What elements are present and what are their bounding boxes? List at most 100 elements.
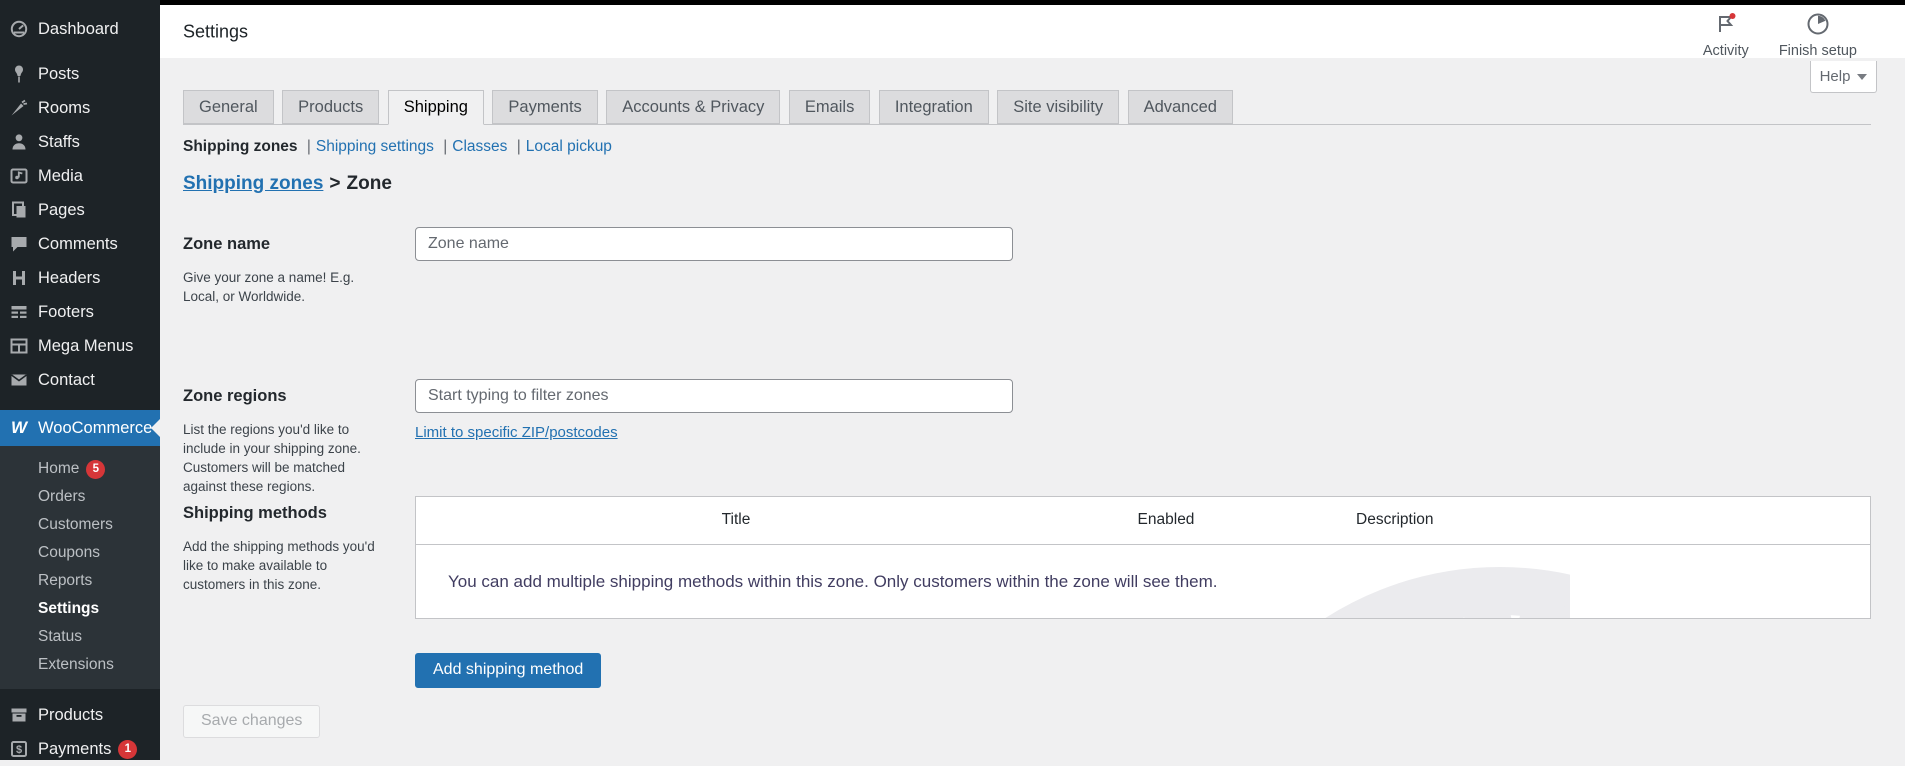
- column-header-description: Description: [1276, 511, 1870, 529]
- sidebar-item-label: Dashboard: [38, 20, 119, 39]
- comment-icon: [0, 234, 38, 254]
- sidebar-item-posts[interactable]: Posts: [0, 57, 160, 91]
- settings-tabs: General Products Shipping Payments Accou…: [183, 90, 1871, 125]
- person-icon: [0, 132, 38, 152]
- sidebar-item-mega-menus[interactable]: Mega Menus: [0, 329, 160, 363]
- table-header-row: Title Enabled Description: [416, 497, 1870, 544]
- sidebar-item-staffs[interactable]: Staffs: [0, 125, 160, 159]
- pages-icon: [0, 200, 38, 220]
- table-empty-row: You can add multiple shipping methods wi…: [416, 544, 1870, 618]
- main-area: Settings Activity Finish setup Help Gene…: [160, 5, 1905, 760]
- sidebar-item-label: Rooms: [38, 99, 90, 118]
- submenu-item-orders[interactable]: Orders: [0, 483, 160, 511]
- sidebar-item-comments[interactable]: Comments: [0, 227, 160, 261]
- zone-name-input[interactable]: [415, 227, 1013, 261]
- tab-shipping[interactable]: Shipping: [388, 90, 484, 125]
- breadcrumb-link-shipping-zones[interactable]: Shipping zones: [183, 173, 323, 194]
- sidebar-item-label: Media: [38, 167, 83, 186]
- zone-regions-row: Zone regions List the regions you'd like…: [183, 379, 1871, 496]
- empty-state-text: You can add multiple shipping methods wi…: [416, 545, 1870, 618]
- sidebar-item-label: Footers: [38, 303, 94, 322]
- payments-badge: 1: [118, 740, 137, 759]
- shipping-methods-label: Shipping methods: [183, 504, 415, 523]
- shipping-methods-table: Title Enabled Description You can add mu…: [415, 496, 1871, 619]
- sidebar-item-label: Mega Menus: [38, 337, 133, 356]
- breadcrumb: Shipping zones>Zone: [183, 173, 1871, 195]
- zone-name-label: Zone name: [183, 235, 415, 254]
- submenu-item-customers[interactable]: Customers: [0, 511, 160, 539]
- top-strip: [0, 0, 1905, 5]
- sidebar-item-dashboard[interactable]: Dashboard: [0, 12, 160, 46]
- media-icon: [0, 166, 38, 186]
- subnav-link-classes[interactable]: Classes: [452, 138, 507, 155]
- submenu-item-home[interactable]: Home 5: [0, 455, 160, 483]
- current-menu-arrow: [151, 419, 160, 437]
- sidebar-item-label: WooCommerce: [38, 419, 152, 438]
- sidebar-item-label: Comments: [38, 235, 118, 254]
- sidebar-item-payments[interactable]: $ Payments 1: [0, 732, 160, 766]
- sidebar-item-footers[interactable]: Footers: [0, 295, 160, 329]
- page-title: Settings: [183, 21, 248, 42]
- sidebar-item-label: Staffs: [38, 133, 80, 152]
- submenu-item-status[interactable]: Status: [0, 623, 160, 651]
- subnav-link-shipping-settings[interactable]: Shipping settings: [316, 138, 434, 155]
- sidebar-item-media[interactable]: Media: [0, 159, 160, 193]
- sidebar-item-pages[interactable]: Pages: [0, 193, 160, 227]
- sidebar-item-rooms[interactable]: Rooms: [0, 91, 160, 125]
- tab-accounts-privacy[interactable]: Accounts & Privacy: [606, 90, 780, 124]
- shipping-subnav: Shipping zones |Shipping settings |Class…: [183, 138, 1871, 156]
- zone-regions-input[interactable]: [415, 379, 1013, 413]
- submenu-item-coupons[interactable]: Coupons: [0, 539, 160, 567]
- woocommerce-icon: W: [0, 418, 38, 438]
- zone-regions-description: List the regions you'd like to include i…: [183, 420, 388, 496]
- dashboard-icon: [0, 19, 38, 39]
- envelope-icon: [0, 370, 38, 390]
- add-shipping-method-button[interactable]: Add shipping method: [415, 653, 601, 688]
- zone-name-description: Give your zone a name! E.g. Local, or Wo…: [183, 268, 388, 306]
- submenu-item-extensions[interactable]: Extensions: [0, 651, 160, 679]
- tab-advanced[interactable]: Advanced: [1128, 90, 1233, 124]
- archive-box-icon: [0, 705, 38, 725]
- shipping-methods-row: Shipping methods Add the shipping method…: [183, 496, 1871, 688]
- subnav-current-shipping-zones: Shipping zones: [183, 138, 298, 155]
- dollar-icon: $: [0, 739, 38, 759]
- footer-icon: [0, 302, 38, 322]
- sidebar-item-label: Headers: [38, 269, 100, 288]
- activity-flag-icon: [1713, 12, 1739, 41]
- help-button[interactable]: Help: [1810, 61, 1877, 93]
- pushpin-icon: [0, 64, 38, 84]
- tab-payments[interactable]: Payments: [492, 90, 597, 124]
- settings-content: General Products Shipping Payments Accou…: [160, 90, 1905, 738]
- subnav-link-local-pickup[interactable]: Local pickup: [526, 138, 612, 155]
- save-changes-button[interactable]: Save changes: [183, 705, 320, 738]
- submenu-item-reports[interactable]: Reports: [0, 567, 160, 595]
- zone-regions-label: Zone regions: [183, 387, 415, 406]
- sidebar-item-label: Payments: [38, 740, 111, 759]
- sidebar-item-products[interactable]: Products: [0, 698, 160, 732]
- activity-button[interactable]: Activity: [1703, 12, 1749, 59]
- tab-integration[interactable]: Integration: [879, 90, 989, 124]
- sidebar-item-label: Pages: [38, 201, 85, 220]
- column-header-enabled: Enabled: [1056, 511, 1276, 529]
- sidebar-item-label: Products: [38, 706, 103, 725]
- shipping-methods-description: Add the shipping methods you'd like to m…: [183, 537, 388, 594]
- sidebar-item-woocommerce[interactable]: W WooCommerce: [0, 410, 160, 446]
- sidebar-item-label: Contact: [38, 371, 95, 390]
- tab-products[interactable]: Products: [282, 90, 379, 124]
- carrot-icon: [0, 98, 38, 118]
- submenu-item-settings[interactable]: Settings: [0, 595, 160, 623]
- woocommerce-submenu: Home 5 Orders Customers Coupons Reports …: [0, 446, 160, 689]
- admin-sidebar: Dashboard Posts Rooms Staffs Media: [0, 0, 160, 760]
- limit-postcodes-link[interactable]: Limit to specific ZIP/postcodes: [415, 424, 618, 441]
- tab-emails[interactable]: Emails: [789, 90, 871, 124]
- header-h-icon: [0, 268, 38, 288]
- finish-setup-button[interactable]: Finish setup: [1779, 12, 1857, 59]
- tab-site-visibility[interactable]: Site visibility: [997, 90, 1119, 124]
- progress-clock-icon: [1806, 12, 1830, 41]
- home-badge: 5: [86, 460, 105, 479]
- sidebar-item-headers[interactable]: Headers: [0, 261, 160, 295]
- sidebar-item-label: Posts: [38, 65, 79, 84]
- tab-general[interactable]: General: [183, 90, 274, 124]
- column-header-title: Title: [416, 511, 1056, 529]
- sidebar-item-contact[interactable]: Contact: [0, 363, 160, 397]
